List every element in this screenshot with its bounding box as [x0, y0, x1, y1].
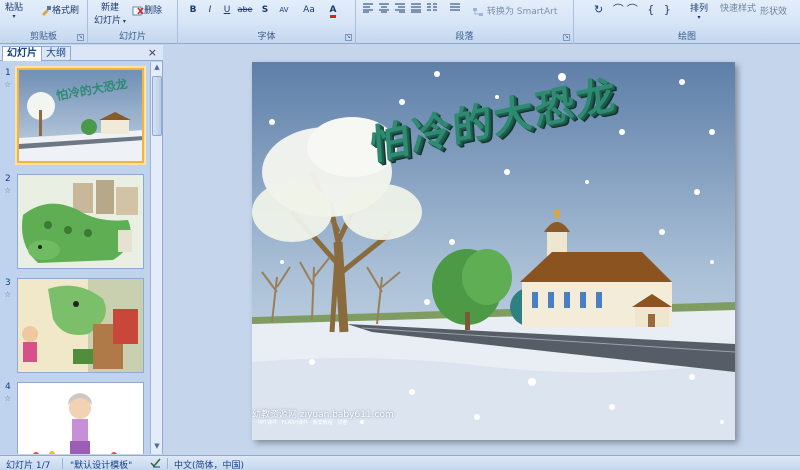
slide-number: 4	[5, 382, 11, 392]
align-right-button[interactable]	[393, 3, 407, 17]
paste-label: 粘贴	[5, 3, 24, 13]
smartart-icon	[472, 7, 484, 17]
align-left-button[interactable]	[361, 3, 375, 17]
brush-icon	[40, 5, 52, 16]
align-right-icon	[395, 3, 405, 13]
char-spacing-button[interactable]: AV	[275, 3, 293, 17]
justify-icon	[411, 3, 421, 13]
format-painter-label: 格式刷	[52, 6, 80, 16]
arrange-button[interactable]: 排列 ▾	[690, 1, 708, 21]
scroll-down-icon[interactable]: ▼	[152, 442, 162, 453]
convert-smartart-button[interactable]: 转换为 SmartArt	[472, 4, 557, 17]
paragraph-launcher-icon[interactable]: ↘	[563, 34, 570, 41]
font-group-label: 字体	[257, 32, 276, 42]
shapes-icon: ↻ ⌒⌒ { }	[594, 3, 674, 16]
delete-slide-button[interactable]: 删除	[132, 3, 162, 16]
new-slide-label: 新建	[100, 3, 119, 13]
dropdown-arrow-icon: ▾	[12, 13, 16, 20]
theme-name[interactable]: "默认设计模板"	[70, 458, 132, 470]
font-group: B I U abe S AV Aa A 字体 ↘	[178, 0, 356, 44]
align-center-icon	[379, 3, 389, 13]
new-slide-label2: 幻灯片	[94, 16, 122, 26]
paragraph-group-label: 段落	[455, 32, 474, 42]
animation-star-icon: ☆	[4, 394, 12, 403]
bold-button[interactable]: B	[186, 3, 200, 17]
watermark-subtext: PPT课件 · FLASH课件 · 教案教程 · 试卷	[258, 420, 348, 426]
font-color-button[interactable]: A	[323, 3, 343, 18]
slide-thumbnail-4[interactable]	[17, 382, 144, 454]
panel-tab-bar: 幻灯片 大纲 ×	[0, 45, 163, 61]
strikethrough-button[interactable]: abe	[236, 3, 254, 17]
slide-thumbnail-1[interactable]: 怕冷的大恐龙	[17, 68, 144, 163]
new-slide-button[interactable]: 新建 幻灯片 ▾	[94, 0, 126, 26]
format-painter-button[interactable]: 格式刷	[40, 3, 79, 16]
font-launcher-icon[interactable]: ↘	[345, 34, 352, 41]
tab-slides[interactable]: 幻灯片	[2, 46, 42, 61]
slides-group: 新建 幻灯片 ▾ 删除 幻灯片	[88, 0, 178, 44]
thumbnail-scrollbar[interactable]: ▲ ▼	[150, 62, 162, 454]
status-divider	[167, 458, 168, 469]
clipboard-launcher-icon[interactable]: ↘	[77, 34, 84, 41]
quick-styles-button[interactable]: 快速样式	[720, 1, 756, 14]
justify-button[interactable]	[409, 3, 423, 17]
slide-editing-area: 怕冷的大恐龙 幼教资源网 ziyuan.baby611.com PPT课件 · …	[164, 45, 800, 454]
ribbon: 粘贴 ▾ 格式刷 剪贴板 ↘ 新建 幻灯片 ▾ 删除 幻灯片 B I U abe…	[0, 0, 800, 44]
align-left-icon	[363, 3, 373, 13]
delete-label: 删除	[144, 6, 163, 16]
paragraph-group: 转换为 SmartArt 段落 ↘	[356, 0, 574, 44]
spellcheck-icon[interactable]	[150, 458, 162, 470]
thumbnail-2-image	[18, 175, 143, 268]
animation-star-icon: ☆	[4, 186, 12, 195]
close-icon[interactable]: ×	[148, 46, 157, 59]
clipboard-group-label: 剪贴板	[29, 32, 57, 42]
shapes-gallery[interactable]: ↻ ⌒⌒ { }	[594, 1, 674, 17]
columns-icon	[427, 3, 437, 11]
scroll-up-icon[interactable]: ▲	[152, 63, 162, 74]
slides-panel: 幻灯片 大纲 × 1 ☆ 怕冷的大恐龙 2 ☆ 3 ☆ 4 ☆ ▲ ▼	[0, 45, 163, 454]
thumbnail-list: 1 ☆ 怕冷的大恐龙 2 ☆ 3 ☆ 4 ☆	[0, 62, 150, 454]
status-divider	[62, 458, 63, 469]
drawing-group: ↻ ⌒⌒ { } 排列 ▾ 快速样式 形状效 绘图	[574, 0, 800, 44]
shadow-button[interactable]: S	[258, 3, 272, 17]
shape-effects-label: 形状效	[760, 7, 788, 17]
scroll-thumb[interactable]	[152, 76, 162, 136]
drawing-group-label: 绘图	[677, 32, 696, 42]
current-slide[interactable]: 怕冷的大恐龙 幼教资源网 ziyuan.baby611.com PPT课件 · …	[252, 62, 735, 440]
tab-outline[interactable]: 大纲	[41, 46, 71, 61]
smartart-label: 转换为 SmartArt	[486, 7, 558, 17]
thumbnail-1-image: 怕冷的大恐龙	[19, 70, 142, 161]
thumbnail-4-image	[18, 383, 143, 454]
slide-indicator: 幻灯片 1/7	[6, 461, 51, 470]
text-direction-icon	[450, 3, 460, 11]
dropdown-arrow-icon: ▾	[697, 14, 701, 21]
slide-number: 2	[5, 174, 11, 184]
dropdown-arrow-icon: ▾	[121, 18, 126, 25]
text-direction-button[interactable]	[448, 3, 462, 17]
slide-thumbnail-3[interactable]	[17, 278, 144, 373]
language-indicator[interactable]: 中文(简体，中国)	[174, 458, 244, 470]
arrange-label: 排列	[690, 4, 709, 14]
status-bar: 幻灯片 1/7 "默认设计模板" 中文(简体，中国)	[0, 455, 800, 470]
slide-number: 3	[5, 278, 11, 288]
underline-button[interactable]: U	[220, 3, 234, 17]
quick-styles-label: 快速样式	[720, 4, 757, 14]
shape-effects-button[interactable]: 形状效	[760, 4, 787, 17]
paste-button[interactable]: 粘贴 ▾	[5, 0, 23, 20]
slides-group-label: 幻灯片	[118, 32, 146, 42]
animation-star-icon: ☆	[4, 290, 12, 299]
align-center-button[interactable]	[377, 3, 391, 17]
thumbnail-3-image	[18, 279, 143, 372]
clipboard-group: 粘贴 ▾ 格式刷 剪贴板 ↘	[0, 0, 88, 44]
columns-button[interactable]	[425, 3, 439, 17]
change-case-button[interactable]: Aa	[300, 3, 318, 17]
delete-icon	[132, 6, 144, 16]
font-color-icon: A	[329, 5, 337, 18]
slide-number: 1	[5, 68, 11, 78]
slide-thumbnail-2[interactable]	[17, 174, 144, 269]
italic-button[interactable]: I	[203, 3, 217, 17]
animation-star-icon: ☆	[4, 80, 12, 89]
